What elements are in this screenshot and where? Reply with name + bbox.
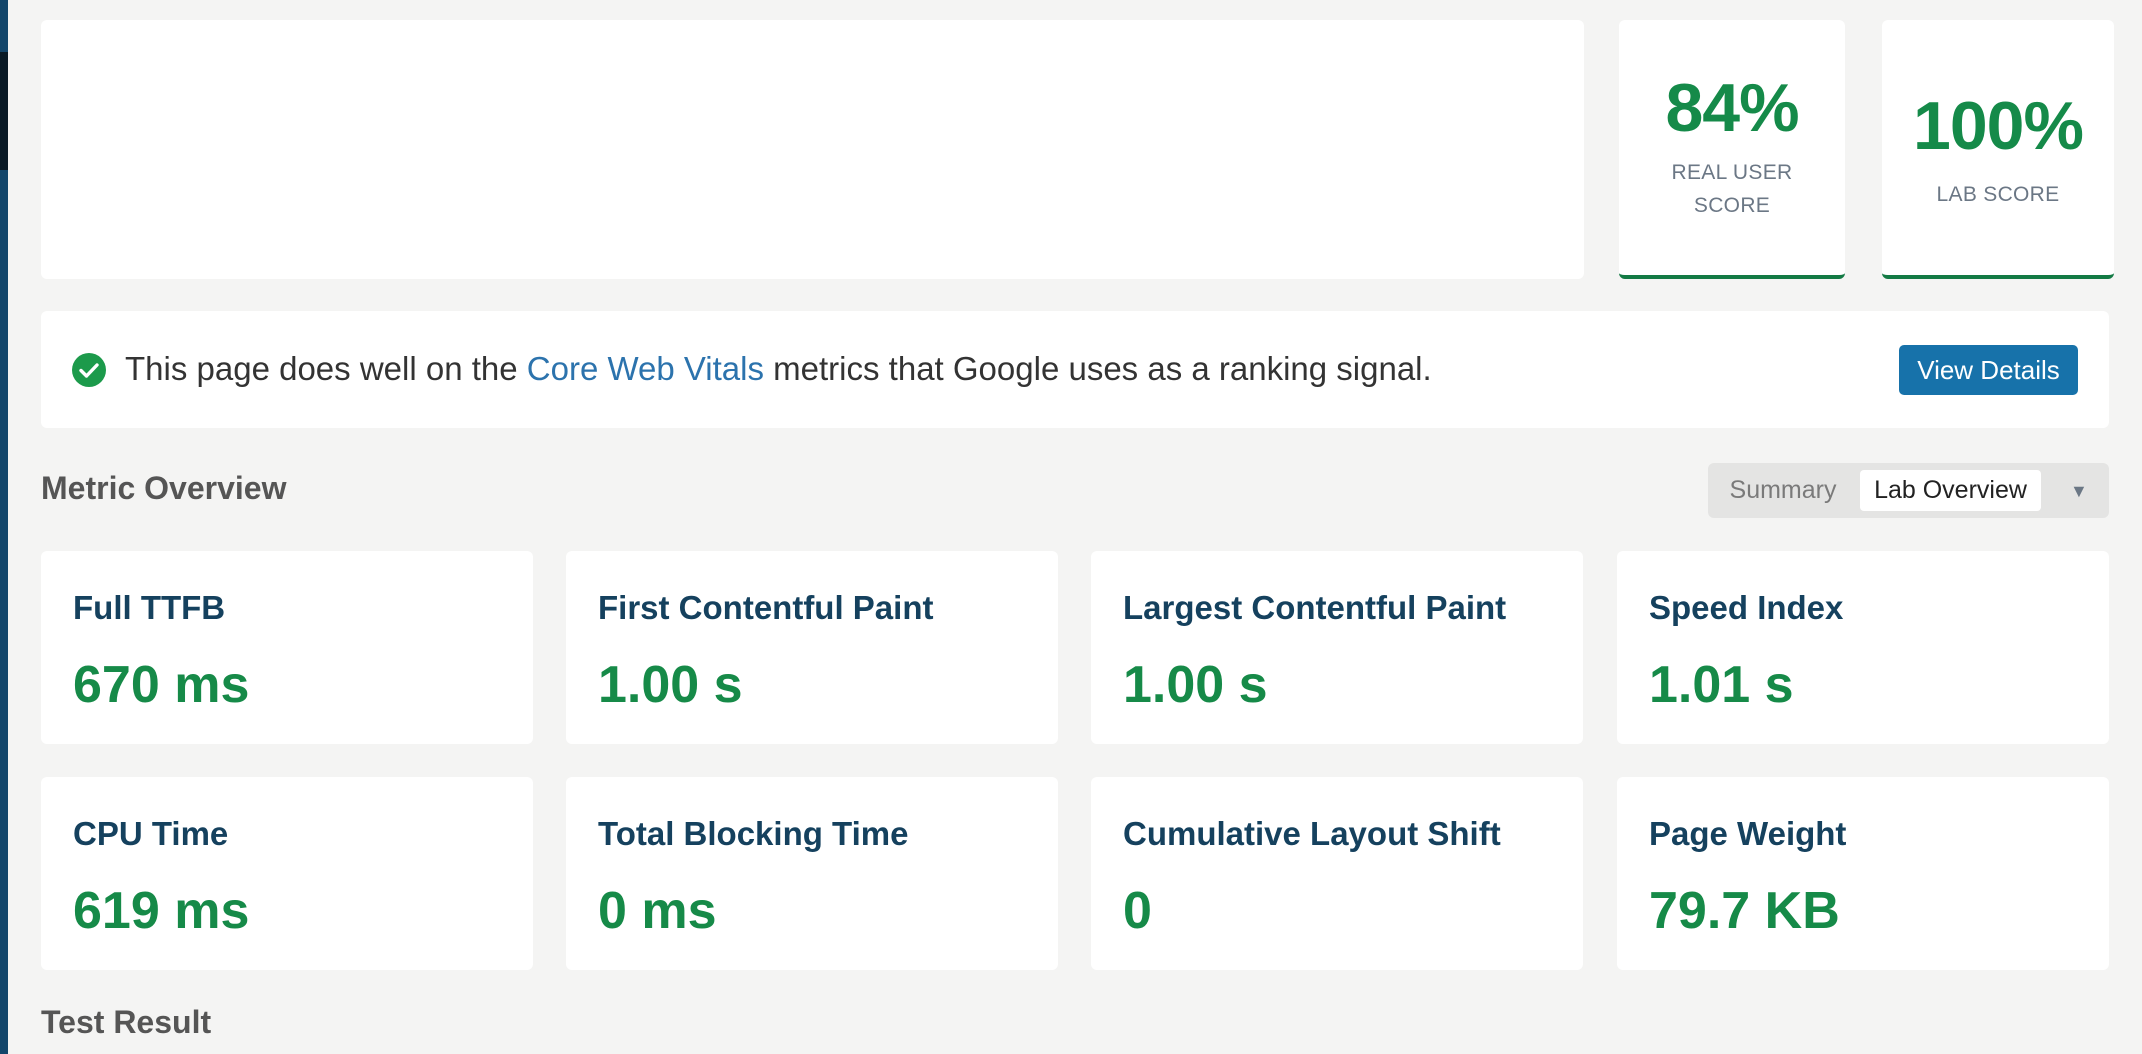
notice-text-before: This page does well on the xyxy=(125,350,527,387)
real-user-score-card[interactable]: 84% REAL USER SCORE xyxy=(1619,20,1845,279)
metric-value: 619 ms xyxy=(73,882,250,940)
metric-value: 670 ms xyxy=(73,656,250,714)
lab-score-value: 100% xyxy=(1913,88,2084,164)
core-web-vitals-notice: This page does well on the Core Web Vita… xyxy=(41,311,2109,428)
metric-label: Total Blocking Time xyxy=(598,815,909,852)
metric-value: 0 ms xyxy=(598,882,717,940)
lab-score-card[interactable]: 100% LAB SCORE xyxy=(1882,20,2114,279)
lab-score-label: LAB SCORE xyxy=(1936,183,2060,206)
notice-text-after: metrics that Google uses as a ranking si… xyxy=(764,350,1432,387)
view-details-button[interactable]: View Details xyxy=(1899,345,2078,395)
page-preview-panel xyxy=(41,20,1584,279)
metric-card-page-weight[interactable]: Page Weight 79.7 KB xyxy=(1617,777,2109,970)
metric-label: Cumulative Layout Shift xyxy=(1123,815,1501,852)
sidebar-edge xyxy=(0,0,8,1054)
metric-label: Largest Contentful Paint xyxy=(1123,589,1507,626)
overview-toggle: Summary Lab Overview ▼ xyxy=(1708,463,2109,518)
real-user-score-label: REAL USER SCORE xyxy=(1671,161,1793,217)
sidebar-edge-marker xyxy=(0,52,8,170)
core-web-vitals-link[interactable]: Core Web Vitals xyxy=(527,350,764,387)
metric-card-first-contentful-paint[interactable]: First Contentful Paint 1.00 s xyxy=(566,551,1058,744)
metric-card-cumulative-layout-shift[interactable]: Cumulative Layout Shift 0 xyxy=(1091,777,1583,970)
metric-label: Speed Index xyxy=(1649,589,1844,626)
metric-label: Page Weight xyxy=(1649,815,1847,852)
metric-card-largest-contentful-paint[interactable]: Largest Contentful Paint 1.00 s xyxy=(1091,551,1583,744)
metric-card-cpu-time[interactable]: CPU Time 619 ms xyxy=(41,777,533,970)
metric-value: 79.7 KB xyxy=(1649,882,1840,940)
metric-overview-title: Metric Overview xyxy=(41,470,287,506)
metric-card-total-blocking-time[interactable]: Total Blocking Time 0 ms xyxy=(566,777,1058,970)
metric-card-speed-index[interactable]: Speed Index 1.01 s xyxy=(1617,551,2109,744)
metric-value: 1.01 s xyxy=(1649,656,1794,714)
metric-label: First Contentful Paint xyxy=(598,589,934,626)
notice-message: This page does well on the Core Web Vita… xyxy=(125,350,1432,387)
metric-label: CPU Time xyxy=(73,815,229,852)
metric-value: 1.00 s xyxy=(1123,656,1268,714)
metric-card-full-ttfb[interactable]: Full TTFB 670 ms xyxy=(41,551,533,744)
chevron-down-icon[interactable]: ▼ xyxy=(2070,481,2088,502)
metric-value: 0 xyxy=(1123,882,1152,940)
toggle-summary[interactable]: Summary xyxy=(1722,470,1844,511)
metric-label: Full TTFB xyxy=(73,589,226,626)
metric-value: 1.00 s xyxy=(598,656,743,714)
test-result-title: Test Result xyxy=(41,1004,212,1040)
check-circle-icon xyxy=(72,353,106,387)
toggle-lab-overview[interactable]: Lab Overview xyxy=(1860,470,2041,511)
real-user-score-value: 84% xyxy=(1665,70,1799,146)
